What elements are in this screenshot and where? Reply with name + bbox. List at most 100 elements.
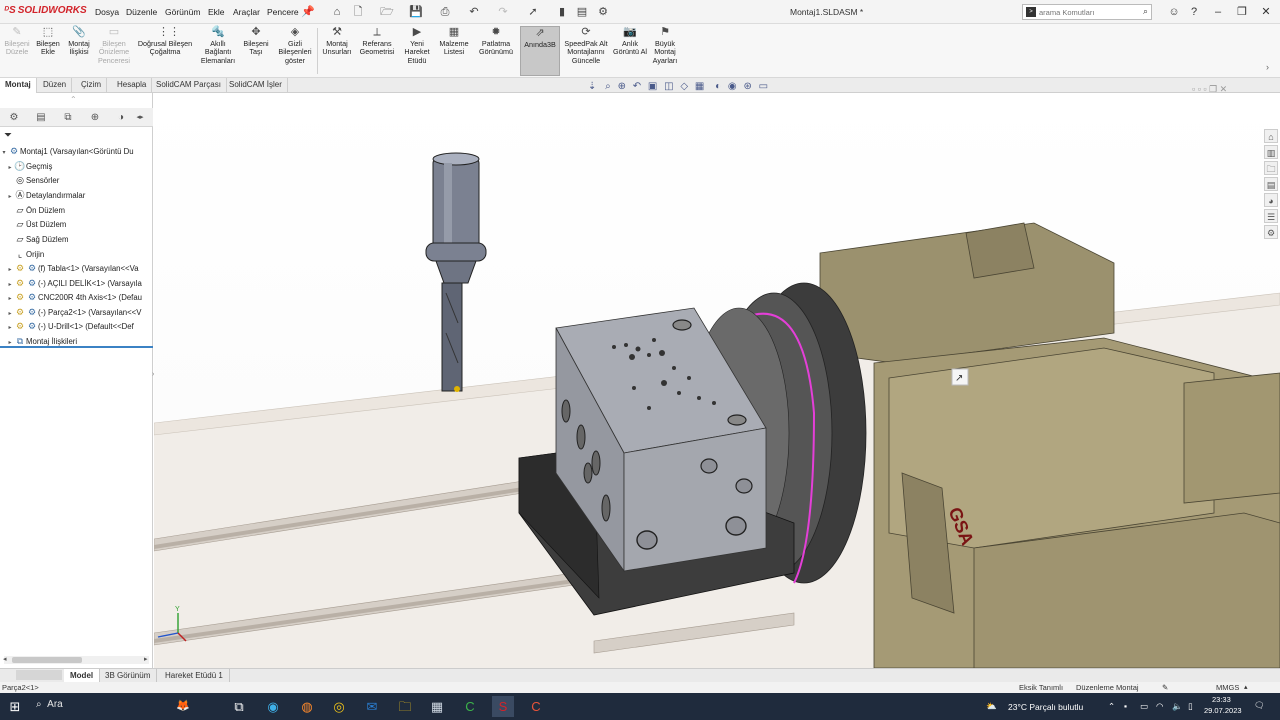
view-settings-icon[interactable]: ◇ <box>680 81 688 92</box>
tab-duzen[interactable]: Düzen <box>38 78 73 93</box>
view-orientation-icon[interactable]: ⇣ <box>588 81 596 92</box>
search-icon[interactable]: ⌕ <box>1143 6 1148 17</box>
weather-text[interactable]: 23°C Parçalı bulutlu <box>1008 702 1083 712</box>
close-button[interactable]: ✕ <box>1256 4 1276 20</box>
tab-3b-gorunum[interactable]: 3B Görünüm <box>99 669 158 683</box>
tree-item-cnc200r[interactable]: ▸ ⚙ ⚙ CNC200R 4th Axis<1> (Defau <box>0 290 153 304</box>
tree-item-acili-delik[interactable]: ▸ ⚙ ⚙ (-) AÇILI DELİK<1> (Varsayıla <box>0 276 153 290</box>
filter-icon[interactable]: ⏷ <box>4 130 12 141</box>
user-account-icon[interactable]: ☺ <box>1164 4 1184 20</box>
linear-pattern-button[interactable]: ⋮⋮ Doğrusal Bileşen Çoğaltma <box>134 26 196 76</box>
task-pane-appearance-icon[interactable]: ◕ <box>1264 193 1278 207</box>
apply-scene-icon[interactable]: ⊛ <box>743 81 751 92</box>
u-drill-tool[interactable] <box>425 152 487 392</box>
pin-icon[interactable]: 📌 <box>301 5 315 19</box>
exploded-view-button[interactable]: ✹ Patlatma Görünümü <box>474 26 518 76</box>
tab-solidcam-parcasi[interactable]: SolidCAM Parçası <box>151 78 227 93</box>
tray-chevron-icon[interactable]: ⌃ <box>1108 701 1115 712</box>
clock-date[interactable]: 29.07.2023 <box>1204 706 1242 715</box>
units-dropdown-icon[interactable]: ▴ <box>1244 682 1248 693</box>
assembly-features-button[interactable]: ⚒ Montaj Unsurları <box>319 26 355 76</box>
speedpak-button[interactable]: ⟳ SpeedPak Alt Montajlarını Güncelle <box>563 26 609 76</box>
collapse-arrow-icon[interactable]: ▾ <box>0 146 8 158</box>
task-pane-custom-properties-icon[interactable]: ☰ <box>1264 209 1278 223</box>
chrome-icon[interactable]: ◎ <box>328 696 350 717</box>
select-arrow-icon[interactable]: ➚ <box>526 5 540 19</box>
menu-araclar[interactable]: Araçlar <box>233 7 260 17</box>
display-style-icon[interactable]: ▦ <box>695 81 704 92</box>
restore-button[interactable]: ❐ <box>1232 4 1252 20</box>
tree-item-mates[interactable]: ▸ ⧉ Montaj İlişkileri <box>0 334 153 348</box>
outlook-icon[interactable]: ✉ <box>361 696 383 717</box>
zoom-area-icon[interactable]: ⊕ <box>618 81 626 92</box>
clock-time[interactable]: 23:33 <box>1212 695 1231 704</box>
graphics-viewport[interactable]: GSA Y ↗ <box>154 93 1280 668</box>
expand-arrow-icon[interactable]: ▸ <box>6 292 14 304</box>
tree-item-history[interactable]: ▸ 🕑Geçmiş <box>0 159 153 173</box>
edge-browser-icon[interactable]: ◉ <box>262 696 284 717</box>
tree-item-origin[interactable]: ⌞ Orijin <box>0 247 153 261</box>
battery-icon[interactable]: ▯ <box>1188 701 1193 712</box>
weather-icon[interactable]: ⛅ <box>986 701 997 712</box>
section-view-icon[interactable]: ▣ <box>648 81 657 92</box>
expand-arrow-icon[interactable]: ▸ <box>6 321 14 333</box>
solidworks-taskbar-icon[interactable]: S <box>492 696 514 717</box>
wifi-icon[interactable]: ◠ <box>1156 701 1163 712</box>
motion-study-button[interactable]: ▶ Yeni Hareket Etüdü <box>400 26 434 76</box>
volume-icon[interactable]: 🔈 <box>1172 701 1183 712</box>
large-assembly-button[interactable]: ⚑ Büyük Montaj Ayarları <box>649 26 681 76</box>
tree-item-top-plane[interactable]: ▱ Üst Düzlem <box>0 217 153 231</box>
search-highlight-icon[interactable]: 🦊 <box>172 696 194 717</box>
task-pane-home-icon[interactable]: ⌂ <box>1264 129 1278 143</box>
panel-collapse-handle-icon[interactable]: › <box>152 371 158 383</box>
file-properties-icon[interactable]: ▤ <box>575 5 589 19</box>
expand-arrow-icon[interactable]: ▸ <box>6 161 14 173</box>
edit-appearance-icon[interactable]: ◉ <box>728 81 737 92</box>
bom-button[interactable]: ▦ Malzeme Listesi <box>437 26 471 76</box>
property-manager-tab-icon[interactable]: ▤ <box>33 110 49 125</box>
dynamic-annotation-icon[interactable]: ◫ <box>664 81 673 92</box>
tab-scroll-icon[interactable]: ◂▸ <box>132 110 148 125</box>
expand-arrow-icon[interactable]: ▸ <box>6 278 14 290</box>
tab-hesapla[interactable]: Hesapla <box>112 78 153 93</box>
tree-item-sensors[interactable]: ◎ Sensörler <box>0 173 153 187</box>
assembly-3d-model[interactable]: GSA Y ↗ <box>154 93 1280 668</box>
solidworks-logo[interactable]: ᴰS SOLIDWORKS <box>4 5 87 16</box>
task-pane-explorer-icon[interactable]: 🗀 <box>1264 161 1278 175</box>
new-document-icon[interactable]: 🗋 <box>351 5 365 19</box>
expand-arrow-icon[interactable]: ▸ <box>6 307 14 319</box>
reference-geometry-button[interactable]: ⟂ Referans Geometrisi <box>357 26 397 76</box>
traffic-light-icon[interactable]: ▮ <box>555 5 569 19</box>
taskbar-search[interactable]: ⌕ Ara <box>36 699 63 710</box>
recorder-icon[interactable]: C <box>525 696 547 717</box>
tree-item-u-drill[interactable]: ▸ ⚙ ⚙ (-) U-Drill<1> (Default<<Def <box>0 319 153 333</box>
tree-item-parca2[interactable]: ▸ ⚙ ⚙ (-) Parça2<1> (Varsayılan<<V <box>0 305 153 319</box>
file-explorer-icon[interactable]: 🗀 <box>394 696 416 717</box>
tree-horizontal-scrollbar[interactable] <box>4 656 149 664</box>
undo-icon[interactable]: ↶ <box>467 5 481 19</box>
snapshot-button[interactable]: 📷 Anlık Görüntü Al <box>613 26 647 76</box>
redo-icon[interactable]: ↷ <box>496 5 510 19</box>
previous-view-icon[interactable]: ↶ <box>633 81 641 92</box>
tab-model[interactable]: Model <box>64 669 101 683</box>
insert-component-button[interactable]: ⬚ Bileşen Ekle <box>33 26 63 76</box>
windows-start-icon[interactable]: ⊞ <box>4 696 26 717</box>
tray-app-icon[interactable]: ▪ <box>1124 701 1127 711</box>
preview-window-button[interactable]: ▭ Bileşen Önizleme Penceresi <box>96 26 132 76</box>
scroll-right-icon[interactable]: ▸ <box>144 655 148 663</box>
task-view-icon[interactable]: ⧉ <box>228 696 250 717</box>
status-units[interactable]: MMGS <box>1216 682 1239 693</box>
search-commands-box[interactable]: > ⌕ <box>1022 4 1152 20</box>
tree-item-tabla[interactable]: ▸ ⚙ ⚙ (f) Tabla<1> (Varsayılan<<Va <box>0 261 153 275</box>
calculator-icon[interactable]: ▦ <box>426 696 448 717</box>
expand-arrow-icon[interactable]: ▸ <box>6 190 14 202</box>
feature-manager-tab-icon[interactable]: ⚙ <box>6 110 22 125</box>
home-icon[interactable]: ⌂ <box>330 5 344 19</box>
hide-show-icon[interactable]: ◐ <box>715 81 721 92</box>
menu-gorunum[interactable]: Görünüm <box>165 7 200 17</box>
expand-cmdmgr-chevron-icon[interactable]: › <box>1266 62 1269 72</box>
help-icon[interactable]: ? <box>1184 4 1204 20</box>
display-settings-icon[interactable]: ▭ <box>759 81 768 92</box>
menu-duzenle[interactable]: Düzenle <box>126 7 157 17</box>
menu-pencere[interactable]: Pencere <box>267 7 299 17</box>
